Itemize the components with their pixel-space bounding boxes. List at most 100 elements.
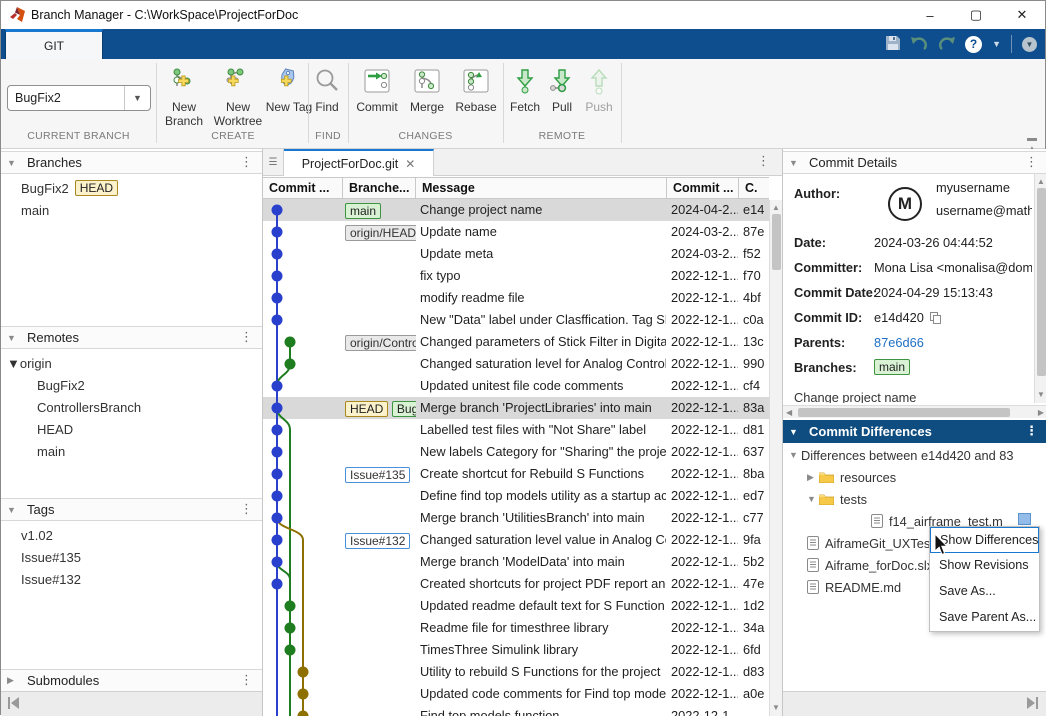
collapse-arrow-icon[interactable]: ▼ bbox=[789, 427, 803, 437]
commit-differences-panel-header[interactable]: ▼ Commit Differences ⋮ bbox=[783, 420, 1046, 443]
collapse-arrow-icon[interactable]: ▼ bbox=[789, 450, 801, 460]
collapse-panel-left-icon[interactable] bbox=[7, 697, 21, 712]
commit-differences-menu-icon[interactable]: ⋮ bbox=[1022, 424, 1041, 439]
remotes-menu-icon[interactable]: ⋮ bbox=[237, 330, 256, 345]
commit-details-vertical-scrollbar[interactable]: ▲ ▼ bbox=[1034, 174, 1046, 403]
commit-details-menu-icon[interactable]: ⋮ bbox=[1022, 155, 1041, 170]
table-row[interactable]: New labels Category for "Sharing" the pr… bbox=[263, 441, 769, 463]
submodules-panel-header[interactable]: ▶ Submodules ⋮ bbox=[1, 669, 262, 692]
current-branch-combobox[interactable]: BugFix2 ▼ bbox=[7, 85, 151, 111]
scroll-up-icon[interactable]: ▲ bbox=[770, 203, 782, 212]
maximize-button[interactable]: ▢ bbox=[953, 1, 999, 29]
toolstrip-options-icon[interactable]: ▼ bbox=[1022, 37, 1037, 52]
close-button[interactable]: ✕ bbox=[999, 1, 1045, 29]
scrollbar-thumb[interactable] bbox=[1037, 188, 1046, 376]
expander-icon[interactable]: ▶ bbox=[807, 472, 819, 483]
branches-menu-icon[interactable]: ⋮ bbox=[237, 155, 256, 170]
diff-root-item[interactable]: ▼Differences between e14d420 and 83 bbox=[783, 444, 1046, 466]
tags-panel-header[interactable]: ▼ Tags ⋮ bbox=[1, 498, 262, 521]
new-worktree-button[interactable]: New Worktree bbox=[212, 65, 264, 128]
remote-branch-item[interactable]: main bbox=[1, 440, 262, 462]
table-row[interactable]: Labelled test files with "Not Share" lab… bbox=[263, 419, 769, 441]
rebase-button[interactable]: Rebase bbox=[450, 65, 502, 114]
tag-list-item[interactable]: v1.02 bbox=[1, 524, 262, 546]
branch-list-item[interactable]: BugFix2HEAD bbox=[1, 177, 262, 199]
current-branch-dropdown-icon[interactable]: ▼ bbox=[124, 86, 150, 110]
save-icon[interactable] bbox=[885, 35, 901, 54]
remote-root-item[interactable]: ▼origin bbox=[1, 352, 262, 374]
table-row[interactable]: Find top models function2022-12-1... bbox=[263, 705, 769, 716]
scroll-up-icon[interactable]: ▲ bbox=[1035, 177, 1046, 186]
scroll-left-icon[interactable]: ◀ bbox=[786, 408, 792, 417]
diff-folder-item[interactable]: ▶resources bbox=[783, 466, 1046, 488]
help-icon[interactable]: ? bbox=[965, 36, 982, 53]
commit-table-vertical-scrollbar[interactable]: ▲ ▼ bbox=[769, 200, 782, 716]
scroll-down-icon[interactable]: ▼ bbox=[770, 703, 782, 712]
help-caret-icon[interactable]: ▼ bbox=[992, 39, 1001, 49]
menu-item[interactable]: Save As... bbox=[930, 579, 1039, 605]
table-row[interactable]: origin/ControllersBranch Changed paramet… bbox=[263, 331, 769, 353]
table-row[interactable]: main Change project name2024-04-2...e14 bbox=[263, 199, 769, 221]
table-row[interactable]: origin/HEAD Update name2024-03-2...87e bbox=[263, 221, 769, 243]
commit-details-horizontal-scrollbar[interactable]: ◀ ▶ bbox=[783, 405, 1046, 418]
remotes-panel-header[interactable]: ▼ Remotes ⋮ bbox=[1, 326, 262, 349]
submodules-menu-icon[interactable]: ⋮ bbox=[237, 673, 256, 688]
scrollbar-thumb[interactable] bbox=[772, 214, 781, 270]
tag-list-item[interactable]: Issue#135 bbox=[1, 546, 262, 568]
branch-list-item[interactable]: main bbox=[1, 199, 262, 221]
collapse-panel-right-icon[interactable] bbox=[1025, 697, 1039, 712]
commit-button[interactable]: Commit bbox=[351, 65, 403, 114]
table-row[interactable]: Update meta2024-03-2...f52 bbox=[263, 243, 769, 265]
table-row[interactable]: Merge branch 'ModelData' into main2022-1… bbox=[263, 551, 769, 573]
table-row[interactable]: Define find top models utility as a star… bbox=[263, 485, 769, 507]
collapse-arrow-icon[interactable]: ▼ bbox=[7, 333, 21, 343]
remote-branch-item[interactable]: BugFix2 bbox=[1, 374, 262, 396]
merge-button[interactable]: Merge bbox=[401, 65, 453, 114]
table-row[interactable]: Changed saturation level for Analog Cont… bbox=[263, 353, 769, 375]
collapse-arrow-icon[interactable]: ▼ bbox=[7, 356, 20, 371]
find-button[interactable]: Find bbox=[301, 65, 353, 114]
tags-menu-icon[interactable]: ⋮ bbox=[237, 502, 256, 517]
copy-icon[interactable] bbox=[930, 312, 941, 324]
commit-details-panel-header[interactable]: ▼ Commit Details ⋮ bbox=[783, 151, 1046, 174]
branches-panel-header[interactable]: ▼ Branches ⋮ bbox=[1, 151, 262, 174]
scroll-down-icon[interactable]: ▼ bbox=[1035, 390, 1046, 399]
table-row[interactable]: Updated unitest file code comments2022-1… bbox=[263, 375, 769, 397]
table-row[interactable]: Created shortcuts for project PDF report… bbox=[263, 573, 769, 595]
document-menu-icon[interactable]: ⋮ bbox=[757, 154, 770, 169]
column-header-commit-date[interactable]: Commit ... bbox=[667, 178, 739, 200]
expand-arrow-icon[interactable]: ▶ bbox=[7, 675, 21, 686]
column-header-message[interactable]: Message bbox=[416, 178, 667, 200]
column-header-commit-id[interactable]: C. bbox=[739, 178, 769, 200]
table-row[interactable]: Issue#132 Changed saturation level value… bbox=[263, 529, 769, 551]
redo-icon[interactable] bbox=[938, 35, 955, 53]
table-row[interactable]: Updated readme default text for S Functi… bbox=[263, 595, 769, 617]
document-tab[interactable]: ProjectForDoc.git ✕ bbox=[284, 149, 434, 176]
table-row[interactable]: Issue#135 Create shortcut for Rebuild S … bbox=[263, 463, 769, 485]
table-row[interactable]: Updated code comments for Find top mode.… bbox=[263, 683, 769, 705]
scrollbar-thumb[interactable] bbox=[798, 408, 1010, 417]
column-header-commit-graph[interactable]: Commit ... bbox=[263, 178, 343, 200]
document-actions-icon[interactable]: ☰ bbox=[263, 149, 284, 176]
column-header-branches[interactable]: Branche... bbox=[343, 178, 416, 200]
expander-icon[interactable]: ▼ bbox=[807, 494, 819, 504]
new-branch-button[interactable]: New Branch bbox=[158, 65, 210, 128]
minimize-button[interactable]: – bbox=[907, 1, 953, 29]
menu-item[interactable]: Save Parent As... bbox=[930, 605, 1039, 631]
scroll-right-icon[interactable]: ▶ bbox=[1038, 408, 1044, 417]
push-button[interactable]: Push bbox=[573, 65, 625, 114]
table-row[interactable]: HEAD BugFix2 Merge branch 'ProjectLibrar… bbox=[263, 397, 769, 419]
parent-commit-link[interactable]: 87e6d66 bbox=[874, 335, 924, 350]
table-row[interactable]: fix typo2022-12-1...f70 bbox=[263, 265, 769, 287]
collapse-arrow-icon[interactable]: ▼ bbox=[789, 158, 803, 168]
tab-git[interactable]: GIT bbox=[5, 29, 103, 59]
table-row[interactable]: New "Data" label under Clasffication. Ta… bbox=[263, 309, 769, 331]
collapse-arrow-icon[interactable]: ▼ bbox=[7, 505, 21, 515]
table-row[interactable]: Readme file for timesthree library2022-1… bbox=[263, 617, 769, 639]
close-tab-icon[interactable]: ✕ bbox=[405, 157, 415, 171]
remote-branch-item[interactable]: HEAD bbox=[1, 418, 262, 440]
remote-branch-item[interactable]: ControllersBranch bbox=[1, 396, 262, 418]
table-row[interactable]: Utility to rebuild S Functions for the p… bbox=[263, 661, 769, 683]
table-row[interactable]: TimesThree Simulink library2022-12-1...6… bbox=[263, 639, 769, 661]
table-row[interactable]: modify readme file2022-12-1...4bf bbox=[263, 287, 769, 309]
